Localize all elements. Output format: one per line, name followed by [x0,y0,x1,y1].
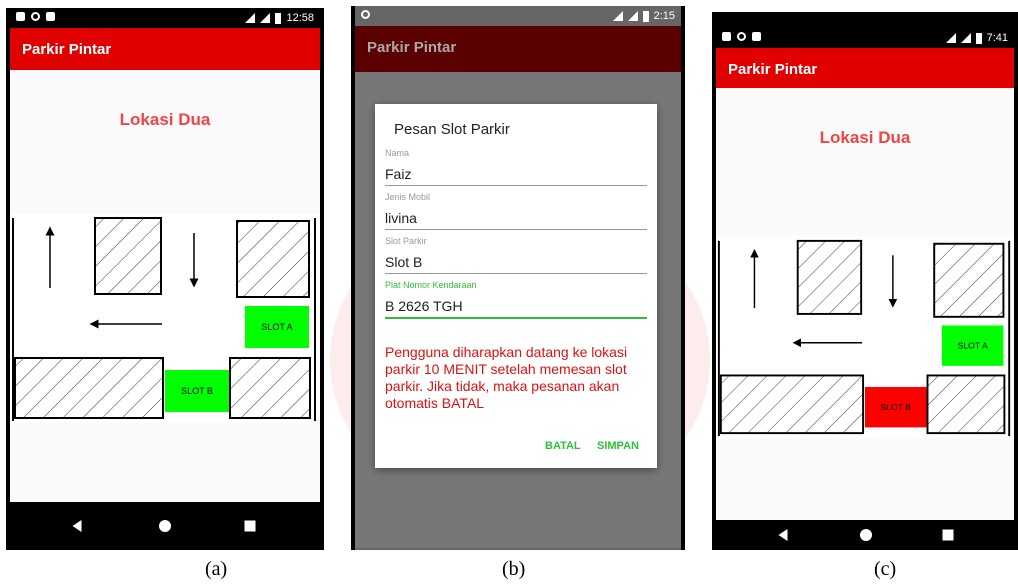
save-button[interactable]: SIMPAN [597,440,639,452]
navigation-bar [10,502,320,550]
notification-icon [722,32,731,41]
cancel-button[interactable]: BATAL [545,440,581,452]
app-bar: Parkir Pintar [10,28,320,70]
slot-a-label: SLOT A [261,322,292,332]
parking-block-bottom-right [926,374,1006,435]
back-icon[interactable] [72,520,82,532]
phone-c: 7:41 Parkir Pintar Lokasi Dua SLOT A SLO… [712,12,1018,550]
parking-map: SLOT A SLOT B [716,236,1014,438]
slot-b-label: SLOT B [880,402,911,412]
dialog-title: Pesan Slot Parkir [394,121,510,138]
parking-block-bottom-left [14,357,164,419]
booking-dialog: Pesan Slot Parkir Nama Faiz Jenis Mobil … [375,104,657,468]
battery-icon [642,10,649,22]
sync-icon [361,10,370,19]
parking-map: SLOT A SLOT B [10,213,320,423]
status-bar: 7:41 [716,28,1014,48]
phone-a: 12:58 Parkir Pintar Lokasi Dua SLOT A SL… [6,8,324,550]
parking-block-top-right [236,220,310,298]
app-title: Parkir Pintar [728,61,818,78]
location-title: Lokasi Dua [119,110,211,129]
screen-c: 7:41 Parkir Pintar Lokasi Dua SLOT A SLO… [716,12,1014,550]
sync-icon [737,32,746,41]
slot-input[interactable]: Slot B [385,254,647,274]
screen-b: 2:15 Parkir Pintar Pesan Slot Parkir Nam… [355,6,681,550]
notification-icon [16,12,25,21]
content: Lokasi Dua SLOT A SLOT B [716,88,1014,520]
name-input[interactable]: Faiz [385,166,647,186]
parking-block-bottom-right [229,357,311,419]
wifi-icon [945,33,956,43]
content: Lokasi Dua SLOT A SLOT B [10,70,320,502]
slot-a-label: SLOT A [958,341,988,351]
recents-icon[interactable] [942,529,954,541]
screen-a: 12:58 Parkir Pintar Lokasi Dua SLOT A SL… [10,8,320,550]
app-bar: Parkir Pintar [355,26,681,72]
caption-b: (b) [502,558,526,580]
status-bar: 2:15 [355,6,681,26]
battery-icon [975,32,982,44]
clock: 7:41 [986,32,1008,44]
plate-input[interactable]: B 2626 TGH [385,298,647,319]
slot-label: Slot Parkir [385,236,427,246]
parking-block-top-middle [796,239,863,315]
name-label: Nama [385,148,410,158]
app-title: Parkir Pintar [367,39,457,56]
phone-b: 2:15 Parkir Pintar Pesan Slot Parkir Nam… [351,6,685,550]
clock: 12:58 [286,12,314,24]
caption-c: (c) [874,558,897,580]
car-type-label: Jenis Mobil [385,192,431,202]
navigation-bar [716,520,1014,550]
clock: 2:15 [653,10,675,22]
warning-message: Pengguna diharapkan datang ke lokasi par… [385,344,628,411]
back-icon[interactable] [778,529,788,541]
parking-block-top-right [933,242,1005,318]
location-title: Lokasi Dua [819,128,911,147]
sync-icon [31,12,40,21]
battery-icon [275,12,282,24]
wifi-icon [245,13,256,23]
parking-block-top-middle [94,217,162,295]
home-icon[interactable] [159,520,171,532]
wifi-icon [612,11,623,21]
sd-card-icon [752,32,761,41]
car-type-input[interactable]: livina [385,210,647,230]
app-title: Parkir Pintar [22,41,112,58]
parking-block-bottom-left [719,374,865,435]
recents-icon[interactable] [244,520,256,532]
plate-label: Plat Nomor Kendaraan [385,280,477,290]
slot-b-label: SLOT B [181,386,213,396]
home-icon[interactable] [860,529,872,541]
signal-icon [960,33,971,43]
signal-icon [627,11,638,21]
status-bar: 12:58 [10,8,320,28]
sd-card-icon [46,12,55,21]
caption-a: (a) [205,558,228,580]
app-bar: Parkir Pintar [716,48,1014,88]
signal-icon [260,13,271,23]
